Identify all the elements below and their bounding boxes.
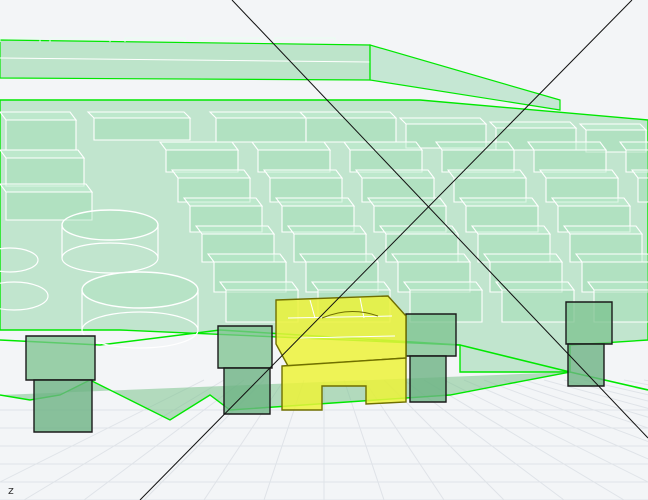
raised-block	[494, 281, 576, 323]
raised-block	[250, 141, 332, 173]
back-frame-rail	[0, 37, 561, 111]
raised-block	[262, 169, 344, 203]
axis-indicator-label: z	[8, 484, 14, 497]
scene-canvas[interactable]	[0, 0, 648, 500]
raised-block	[354, 169, 436, 203]
raised-block	[208, 111, 308, 143]
raised-block	[526, 141, 608, 173]
raised-block	[342, 141, 424, 173]
raised-block	[298, 111, 398, 143]
raised-block	[434, 141, 516, 173]
raised-block	[86, 111, 192, 141]
raised-block	[538, 169, 620, 203]
raised-block	[0, 149, 86, 187]
raised-block	[0, 111, 78, 151]
raised-block	[158, 141, 240, 173]
raised-block	[170, 169, 252, 203]
3d-viewport[interactable]: z	[0, 0, 648, 500]
